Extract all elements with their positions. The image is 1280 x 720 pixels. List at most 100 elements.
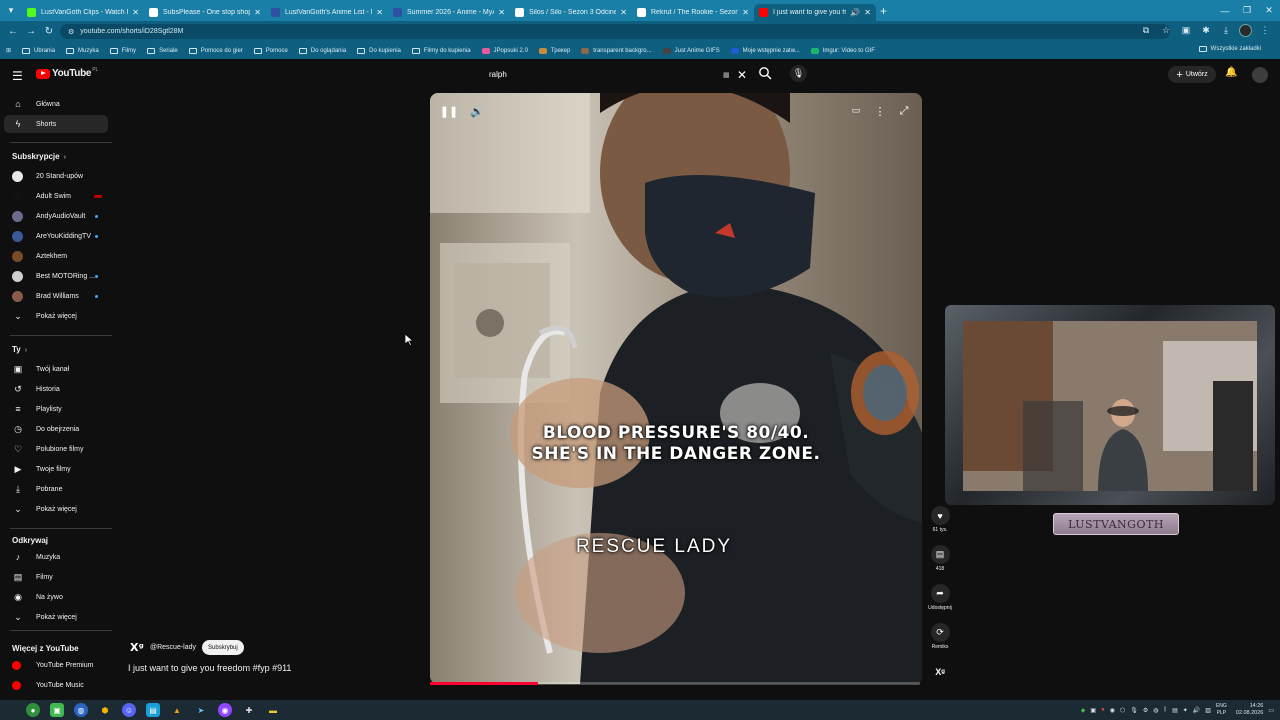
install-app-icon[interactable]: ⧉: [1139, 25, 1153, 36]
show-more-subscriptions[interactable]: ⌄ Pokaż więcej: [4, 307, 108, 325]
bookmark-star-icon[interactable]: ☆: [1159, 25, 1173, 36]
browser-tab[interactable]: Rekrut / The Rookie - Sezon 2 ✕: [632, 4, 754, 21]
tray-icon[interactable]: ◍: [1153, 707, 1158, 714]
channel-avatar[interactable]: Xᵍ: [130, 641, 144, 655]
bookmark-item[interactable]: Do kupienia: [357, 47, 401, 54]
back-icon[interactable]: ←: [6, 26, 20, 37]
short-title[interactable]: I just want to give you freedom #fyp #91…: [128, 663, 291, 673]
discord-icon[interactable]: ☺: [122, 703, 136, 717]
volume-icon[interactable]: 🔊: [467, 105, 487, 121]
app-icon[interactable]: ✚: [242, 703, 256, 717]
tab-audio-icon[interactable]: 🔊: [850, 8, 860, 17]
tray-icon[interactable]: ◆: [1081, 707, 1086, 714]
downloads-icon[interactable]: ⤓: [1219, 25, 1233, 36]
sidebar-item-history[interactable]: ↺ Historia: [4, 380, 108, 398]
bookmark-item[interactable]: transparent backgro...: [581, 47, 652, 54]
sidebar-subscription[interactable]: AreYouKiddingTV: [4, 227, 108, 245]
sidebar-item-liked-videos[interactable]: ♡ Polubione filmy: [4, 440, 108, 458]
menu-icon[interactable]: ☰: [12, 69, 23, 83]
sidebar-item-downloads[interactable]: ⤓ Pobrane: [4, 480, 108, 498]
sidebar-item-music[interactable]: ♪ Muzyka: [4, 548, 108, 566]
bookmark-item[interactable]: Seriale: [147, 47, 178, 54]
browser-tab[interactable]: LustVanGoth's Anime List - My ✕: [266, 4, 388, 21]
extensions-puzzle-icon[interactable]: ✱: [1199, 25, 1213, 36]
app-icon[interactable]: ◉: [218, 703, 232, 717]
steam-icon[interactable]: ➤: [194, 703, 208, 717]
clear-search-icon[interactable]: ✕: [737, 68, 747, 82]
create-button[interactable]: + Utwórz: [1168, 66, 1216, 83]
address-bar[interactable]: ⚙ youtube.com/shorts/iD28Sgtl28M: [60, 24, 1170, 39]
account-avatar[interactable]: [1252, 67, 1268, 83]
tray-icon[interactable]: ▣: [1090, 707, 1096, 714]
mic-icon[interactable]: 🎙: [1130, 707, 1138, 714]
bookmark-item[interactable]: Muzyka: [66, 47, 99, 54]
bookmark-item[interactable]: Do oglądania: [298, 47, 346, 54]
network-icon[interactable]: ▥: [1205, 707, 1211, 714]
sidebar-item-youtube-app[interactable]: YouTube Premium: [4, 656, 108, 674]
voice-search-icon[interactable]: 🎙: [790, 65, 807, 82]
all-bookmarks-button[interactable]: Wszystkie zakładki: [1198, 46, 1272, 52]
sidebar-item-playlists[interactable]: ≡ Playlisty: [4, 400, 108, 418]
channel-sound-avatar[interactable]: Xᵍ: [928, 662, 952, 681]
tab-close-icon[interactable]: ✕: [132, 8, 139, 17]
sidebar-subscription[interactable]: Brad Williams: [4, 287, 108, 305]
vlc-icon[interactable]: ▲: [170, 703, 184, 717]
app-icon[interactable]: ⬢: [98, 703, 112, 717]
tab-close-icon[interactable]: ✕: [498, 8, 505, 17]
maximize-icon[interactable]: ❐: [1236, 5, 1258, 16]
search-input[interactable]: ralph: [480, 64, 752, 85]
app-icon[interactable]: ▣: [50, 703, 64, 717]
browser-tab[interactable]: Summer 2026 - Anime - MyAni ✕: [388, 4, 510, 21]
browser-tab[interactable]: Silos / Silo - Sezon 3 Odcinek 2✕: [510, 4, 632, 21]
you-heading[interactable]: Ty ›: [12, 345, 27, 354]
sidebar-item-youtube-app[interactable]: YouTube Music: [4, 676, 108, 694]
apps-icon[interactable]: ⊞: [6, 47, 11, 54]
sidebar-item-movies[interactable]: ▤ Filmy: [4, 568, 108, 586]
tray-icon[interactable]: ●: [1101, 707, 1105, 713]
bookmark-item[interactable]: Ubrania: [22, 47, 55, 54]
bookmark-item[interactable]: Трекер: [538, 47, 570, 54]
new-tab-button[interactable]: +: [880, 4, 887, 18]
browser-tab[interactable]: LustVanGoth Clips - Watch Live ✕: [22, 4, 144, 21]
tray-icon[interactable]: ✦: [1183, 707, 1188, 714]
bookmark-item[interactable]: Pomoce do gier: [188, 47, 243, 54]
sidebar-subscription[interactable]: Best MOTORing ...: [4, 267, 108, 285]
subscribe-button[interactable]: Subskrybuj: [202, 640, 244, 655]
tab-close-icon[interactable]: ✕: [376, 8, 383, 17]
search-icon[interactable]: [758, 66, 772, 80]
browser-menu-icon[interactable]: ⋮: [1258, 25, 1272, 36]
tab-close-icon[interactable]: ✕: [742, 8, 749, 17]
browser-tab[interactable]: SubsPlease - One stop shop fo ✕: [144, 4, 266, 21]
sidebar-item-your-videos[interactable]: ▶ Twoje filmy: [4, 460, 108, 478]
bookmark-item[interactable]: JPopsuki 2.0: [481, 47, 528, 54]
bookmark-item[interactable]: Moje wstępnie zatw...: [730, 47, 800, 54]
bookmark-item[interactable]: Imgur: Video to GIF: [810, 47, 875, 54]
close-icon[interactable]: ✕: [1258, 5, 1280, 16]
sidebar-item-watch-later[interactable]: ◷ Do obejrzenia: [4, 420, 108, 438]
captions-icon[interactable]: ▭: [846, 105, 866, 121]
extension-icon[interactable]: ▣: [1179, 25, 1193, 36]
subscriptions-heading[interactable]: Subskrypcje ›: [12, 152, 66, 161]
browser-tab[interactable]: I just want to give you freed🔊 ✕: [754, 4, 876, 21]
sidebar-subscription[interactable]: 20 Stand-upów: [4, 167, 108, 185]
language-indicator[interactable]: ENG PLP: [1216, 703, 1227, 717]
tab-close-icon[interactable]: ✕: [864, 8, 871, 17]
sidebar-subscription[interactable]: AndyAudioVault: [4, 207, 108, 225]
tray-icon[interactable]: ⬡: [1120, 707, 1125, 714]
bookmark-item[interactable]: Just Anime GIFS: [662, 47, 720, 54]
more-options-icon[interactable]: ⋮: [870, 105, 890, 121]
chrome-icon[interactable]: ●: [26, 703, 40, 717]
channel-handle[interactable]: @Rescue-lady: [150, 644, 196, 651]
profile-avatar[interactable]: [1239, 24, 1252, 37]
speaker-icon[interactable]: 🔊: [1193, 707, 1200, 714]
sidebar-item-shorts[interactable]: ϟ Shorts: [4, 115, 108, 133]
tab-close-icon[interactable]: ✕: [620, 8, 627, 17]
browser-icon[interactable]: ◍: [74, 703, 88, 717]
bluetooth-icon[interactable]: ᛒ: [1163, 707, 1167, 713]
short-video-player[interactable]: ❚❚ 🔊 ▭ ⋮ ⤢ BLOOD PRESSURE'S 80/40. SHE'S…: [430, 93, 922, 684]
bookmark-item[interactable]: Filmy do kupienia: [411, 47, 471, 54]
tab-close-icon[interactable]: ✕: [254, 8, 261, 17]
fullscreen-icon[interactable]: ⤢: [894, 105, 914, 121]
tray-icon[interactable]: ⚙: [1143, 707, 1148, 714]
app-icon[interactable]: ▤: [146, 703, 160, 717]
